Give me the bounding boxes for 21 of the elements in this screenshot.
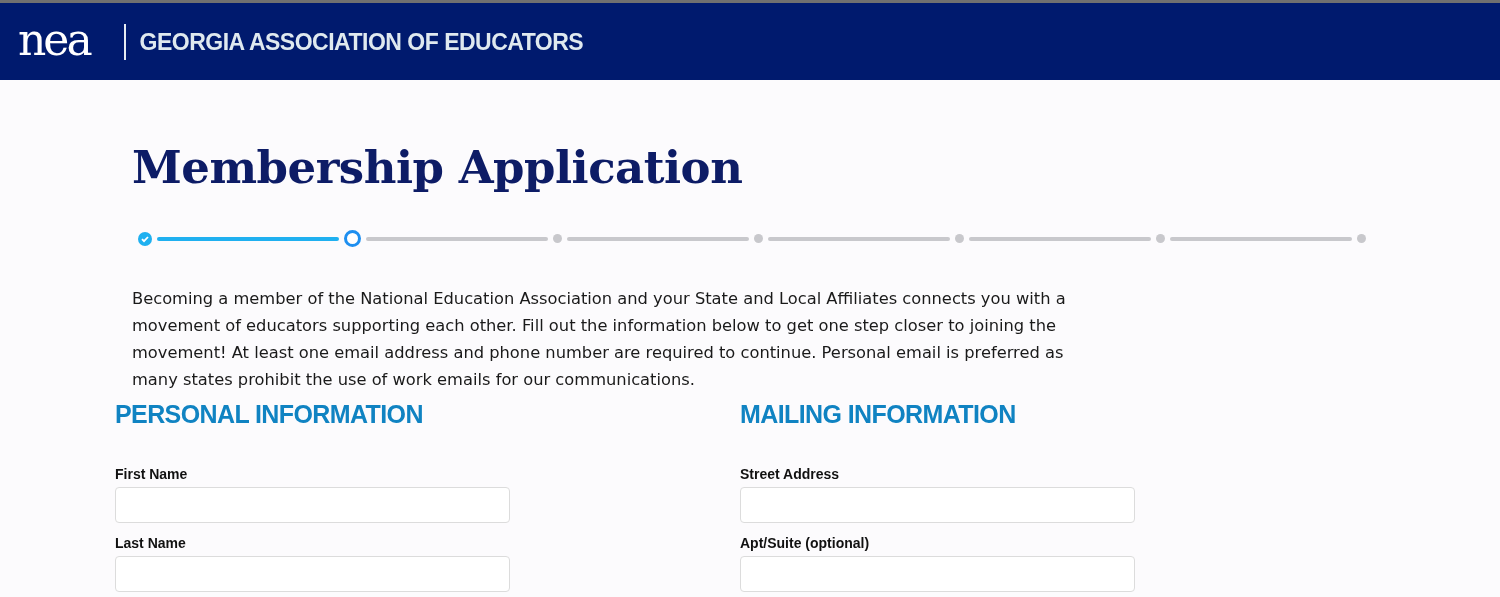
organization-name: GEORGIA ASSOCIATION OF EDUCATORS — [123, 23, 584, 60]
step-dot[interactable] — [754, 234, 763, 243]
check-icon[interactable] — [138, 231, 152, 246]
field-label: Last Name — [115, 535, 187, 551]
page-title: Membership Application — [132, 140, 744, 196]
section-heading: MAILING INFORMATION — [740, 399, 1017, 430]
logo[interactable]: nea — [18, 17, 90, 66]
input-field[interactable] — [115, 487, 510, 523]
step-dot[interactable] — [955, 234, 964, 243]
intro-paragraph: Becoming a member of the National Education Association and your State and Local Affiliates connects you with a movement of educators supporting each other. Fill out the information below to get one step closer to joining the movement! At least one email address and phone number are required to continue. Personal email is preferred as many states prohibit the use of work emails for our communications. — [132, 288, 1067, 391]
input-field[interactable] — [115, 556, 510, 592]
step-dot[interactable] — [344, 230, 361, 247]
step-dot[interactable] — [1357, 234, 1366, 243]
step-dot[interactable] — [1156, 234, 1165, 243]
field-label: First Name — [115, 466, 189, 482]
field-label: Apt/Suite (optional) — [740, 535, 871, 551]
section-heading: PERSONAL INFORMATION — [115, 399, 424, 430]
input-field[interactable] — [740, 487, 1135, 523]
step-dot[interactable] — [553, 234, 562, 243]
field-label: Street Address — [740, 466, 841, 482]
input-field[interactable] — [740, 556, 1135, 592]
